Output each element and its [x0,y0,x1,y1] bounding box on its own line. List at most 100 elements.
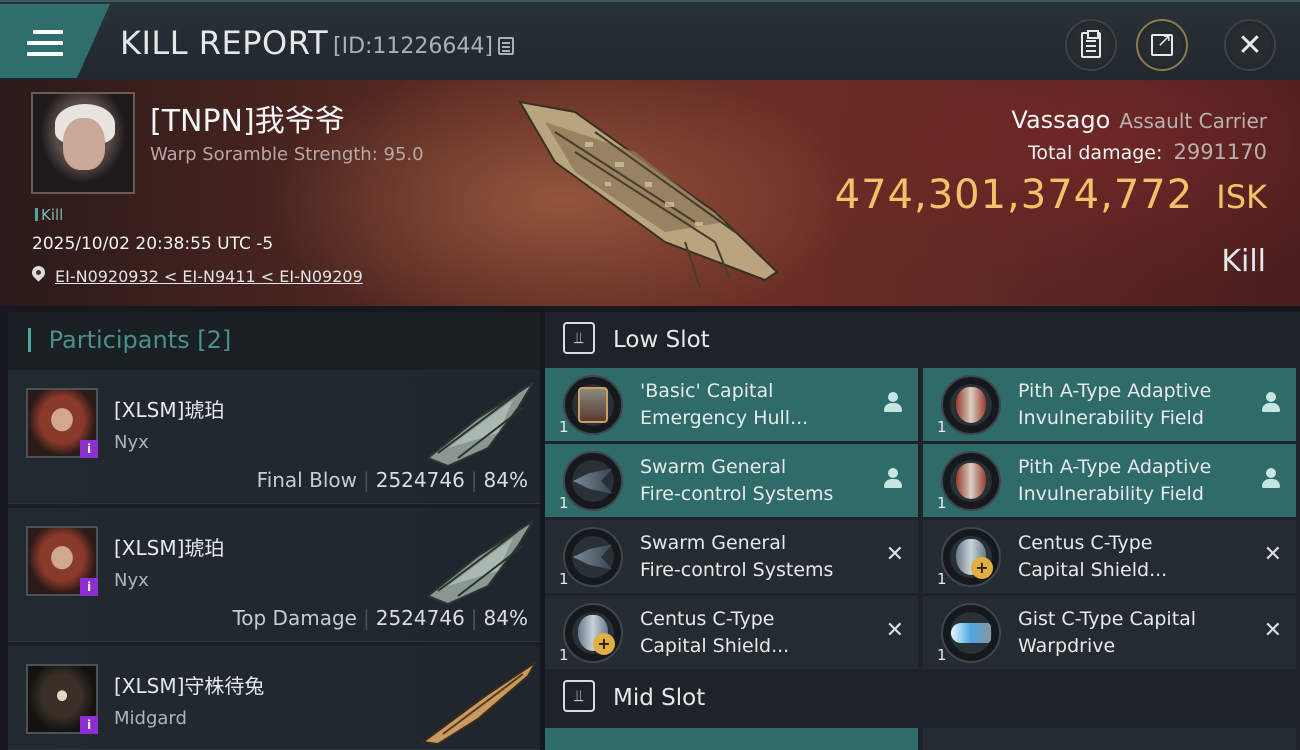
victim-banner: [TNPN]我爷爷 Warp Soramble Strength: 95.0 K… [0,80,1300,306]
warp-scramble-strength: Warp Soramble Strength: 95.0 [150,144,424,165]
pilot-ship-image [420,661,537,744]
kill-tag: Kill [35,206,63,224]
module-quantity: 1 [937,494,947,512]
participant-row[interactable]: i [XLSM]琥珀 Nyx Top Damage | 2524746 | 84% [8,508,540,642]
module-quantity: 1 [937,646,947,664]
participant-damage: 2524746 [375,606,465,630]
info-badge-icon[interactable]: i [80,578,98,596]
mid-slot-icon: ⫫ [563,680,595,712]
module-item[interactable]: 1 'Basic' Capital Emergency Hull... [545,368,918,441]
module-name-line2: Invulnerability Field [1018,407,1204,429]
destroyed-icon: ✕ [885,542,904,567]
pilot-ship-image [426,520,534,606]
module-item[interactable]: + 1 Centus C-Type Capital Shield... ✕ [923,520,1296,593]
fitting-panel: ⫫ Low Slot 1 'Basic' Capital Emergency Hu… [545,312,1300,750]
participants-label: Participants [48,326,190,354]
low-slot-header: ⫫ Low Slot [545,312,1300,368]
invulnerability-field-icon [941,451,1001,511]
module-quantity: 1 [559,418,569,436]
module-item-partial[interactable] [923,728,1296,750]
participant-row[interactable]: i [XLSM]守株待兔 Midgard [8,646,540,750]
module-name-line1: Pith A-Type Adaptive [1018,456,1212,478]
module-quantity: 1 [937,570,947,588]
destroyed-icon: ✕ [1263,618,1282,643]
participant-damage: 2524746 [375,468,465,492]
pilot-ship-image [426,382,534,468]
module-name-line1: 'Basic' Capital [640,380,774,402]
low-slot-title: Low Slot [613,327,710,353]
hull-repairer-icon [563,375,623,435]
victim-avatar[interactable] [31,92,135,194]
destroyed-icon: ✕ [885,618,904,643]
copy-id-icon[interactable] [498,37,514,55]
module-name-line2: Capital Shield... [640,635,790,657]
warpdrive-icon [941,603,1001,663]
module-item[interactable]: 1 Pith A-Type Adaptive Invulnerability Fi… [923,368,1296,441]
participants-header: Participants [2] [28,326,232,354]
pilot-ship: Midgard [114,708,187,729]
pilot-icon[interactable] [884,468,902,490]
participant-row[interactable]: i [XLSM]琥珀 Nyx Final Blow | 2524746 | 84% [8,370,540,504]
participant-percent: 84% [483,468,528,492]
module-quantity: 1 [559,494,569,512]
pilot-icon[interactable] [1262,392,1280,414]
page-title: KILL REPORT [120,24,329,62]
pilot-ship: Nyx [114,570,149,591]
mid-slot-title: Mid Slot [613,685,706,711]
module-name-line1: Centus C-Type [640,608,775,630]
shield-booster-icon: + [941,527,1001,587]
module-quantity: 1 [937,418,947,436]
module-name-line2: Warpdrive [1018,635,1116,657]
module-name-line1: Swarm General [640,532,787,554]
module-name-line2: Fire-control Systems [640,559,834,581]
ship-name[interactable]: Vassago [1011,106,1110,134]
kill-location-link[interactable]: EI-N0920932 < EI-N9411 < EI-N09209 [55,267,363,286]
pilot-name: [XLSM]琥珀 [114,536,225,560]
info-badge-icon[interactable]: i [80,716,98,734]
participants-count: [2] [197,326,232,354]
participant-role: Final Blow [256,468,357,492]
invulnerability-field-icon [941,375,1001,435]
kill-timestamp: 2025/10/02 20:38:55 UTC -5 [32,234,274,254]
fire-control-icon [563,451,623,511]
share-icon [1151,30,1173,56]
low-slot-icon: ⫫ [563,322,595,354]
pilot-icon[interactable] [884,392,902,414]
pilot-ship: Nyx [114,432,149,453]
kill-report-header: KILL REPORT [ID:11226644] ✕ [0,0,1300,80]
module-name-line1: Gist C-Type Capital [1018,608,1197,630]
close-button[interactable]: ✕ [1224,19,1276,71]
module-item-partial[interactable] [545,728,918,750]
menu-button[interactable] [0,4,110,78]
participant-percent: 84% [483,606,528,630]
report-id: [ID:11226644] [333,34,493,59]
participant-role: Top Damage [232,606,357,630]
shield-booster-icon: + [563,603,623,663]
isk-value: 474,301,374,772 [834,172,1194,218]
module-quantity: 1 [559,646,569,664]
module-name-line2: Invulnerability Field [1018,483,1204,505]
share-button[interactable] [1136,19,1188,71]
module-name-line2: Emergency Hull... [640,407,809,429]
module-item[interactable]: 1 Pith A-Type Adaptive Invulnerability Fi… [923,444,1296,517]
module-name-line1: Swarm General [640,456,787,478]
module-item[interactable]: 1 Swarm General Fire-control Systems [545,444,918,517]
pilot-name: [XLSM]守株待兔 [114,674,265,698]
clipboard-icon [1081,30,1101,58]
info-badge-icon[interactable]: i [80,440,98,458]
module-item[interactable]: + 1 Centus C-Type Capital Shield... ✕ [545,596,918,669]
isk-unit: ISK [1216,178,1267,216]
pilot-icon[interactable] [1262,468,1280,490]
module-item[interactable]: 1 Gist C-Type Capital Warpdrive ✕ [923,596,1296,669]
clipboard-button[interactable] [1065,19,1117,71]
module-quantity: 1 [559,570,569,588]
fire-control-icon [563,527,623,587]
ship-class: Assault Carrier [1119,109,1267,133]
module-item[interactable]: 1 Swarm General Fire-control Systems ✕ [545,520,918,593]
total-damage-label: Total damage: [1027,142,1163,164]
total-damage-value: 2991170 [1173,140,1267,164]
victim-name[interactable]: [TNPN]我爷爷 [150,96,345,140]
destroyed-icon: ✕ [1263,542,1282,567]
close-icon: ✕ [1237,27,1263,63]
result-label: Kill [1221,244,1266,279]
